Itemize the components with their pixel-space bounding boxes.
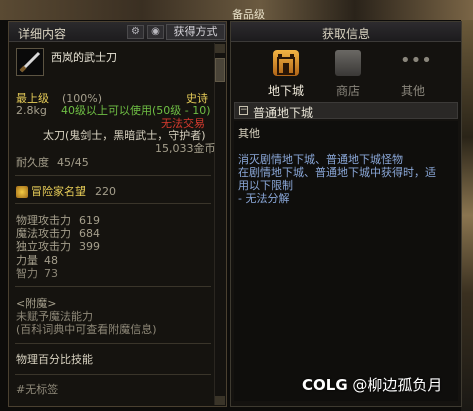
scroll-down-button[interactable] xyxy=(215,396,225,405)
reputation-icon xyxy=(16,186,28,198)
enchant-hint: (百科词典中可查看附魔信息) xyxy=(16,323,157,336)
watermark-text: @柳边孤负月 xyxy=(352,376,443,394)
stat-label: 智力 xyxy=(16,267,38,280)
watermark: COLG @柳边孤负月 xyxy=(302,374,442,395)
item-price: 15,033金币 xyxy=(155,142,216,155)
stat-label: 物理攻击力 xyxy=(16,214,71,227)
section-title: 普通地下城 xyxy=(253,106,314,120)
stat-label: 独立攻击力 xyxy=(16,240,71,253)
item-detail-header: 详细内容 ⚙ ◉ 获得方式 xyxy=(9,22,226,42)
durability-value: 45/45 xyxy=(57,156,89,169)
item-type: 太刀(鬼剑士，黑暗武士，守护者) xyxy=(43,129,206,142)
obtain-info-panel: 获取信息 地下城 商店 ••• 其他 − 普通地下城 其他 消灭剧情地下城、普通… xyxy=(230,21,462,407)
dungeon-gate-icon xyxy=(273,50,299,76)
obtain-method-button[interactable]: 获得方式 xyxy=(166,24,225,40)
collapse-icon[interactable]: − xyxy=(239,106,248,115)
info-line: - 无法分解 xyxy=(238,192,290,205)
scroll-up-button[interactable] xyxy=(215,44,225,53)
stat-value: 684 xyxy=(79,227,100,240)
enchant-status: 未赋予魔法能力 xyxy=(16,310,93,323)
tab-label: 地下城 xyxy=(267,84,304,98)
view-icon[interactable]: ◉ xyxy=(147,25,164,39)
obtain-info-header: 获取信息 xyxy=(231,22,461,42)
panel-title: 获取信息 xyxy=(321,27,370,41)
stat-value: 399 xyxy=(79,240,100,253)
panel-title: 详细内容 xyxy=(18,27,67,41)
enchant-title: <附魔> xyxy=(16,297,57,310)
tab-dungeon[interactable]: 地下城 xyxy=(261,48,311,108)
stat-label: 力量 xyxy=(16,254,38,267)
info-line: 用以下限制 xyxy=(238,179,293,192)
divider xyxy=(15,374,211,375)
divider xyxy=(15,175,211,176)
sword-icon xyxy=(16,48,44,76)
obtain-info-body: 其他 消灭剧情地下城、普通地下城怪物 在剧情地下城、普通地下城中获得时，适 用以… xyxy=(234,121,458,401)
watermark-logo: COLG xyxy=(302,376,348,394)
tab-shop[interactable]: 商店 xyxy=(323,48,373,108)
level-requirement: 40级以上可以使用(50级 - 10) xyxy=(61,104,211,117)
compare-icon[interactable]: ⚙ xyxy=(127,25,144,39)
reputation-value: 220 xyxy=(95,185,116,198)
background-label: 备品级 xyxy=(232,8,265,21)
tab-label: 其他 xyxy=(400,84,425,98)
divider xyxy=(15,286,211,287)
skill-title: 物理百分比技能 xyxy=(16,353,93,366)
tab-other[interactable]: ••• 其他 xyxy=(388,48,438,108)
item-tag[interactable]: #无标签 xyxy=(16,384,58,396)
shop-chest-icon xyxy=(335,50,361,76)
divider xyxy=(15,343,211,344)
stat-label: 魔法攻击力 xyxy=(16,227,71,240)
info-line: 消灭剧情地下城、普通地下城怪物 xyxy=(238,153,403,166)
scrollbar-thumb[interactable] xyxy=(215,58,225,82)
tab-label: 商店 xyxy=(335,84,360,98)
info-line: 在剧情地下城、普通地下城中获得时，适 xyxy=(238,166,436,179)
section-header[interactable]: − 普通地下城 xyxy=(234,102,458,120)
stat-value: 73 xyxy=(44,267,58,280)
game-background-right xyxy=(461,20,473,411)
stat-value: 48 xyxy=(44,254,58,267)
reputation-label: 冒险家名望 xyxy=(31,185,86,198)
divider xyxy=(15,203,211,204)
info-line: 其他 xyxy=(238,127,260,140)
item-name: 西岚的武士刀 xyxy=(51,51,117,64)
item-weight: 2.8kg xyxy=(16,104,47,117)
durability-label: 耐久度 xyxy=(16,156,49,169)
item-detail-panel: 详细内容 ⚙ ◉ 获得方式 西岚的武士刀 最上级 (100%) 史诗 2.8kg… xyxy=(8,21,227,407)
stat-value: 619 xyxy=(79,214,100,227)
scrollbar-track[interactable] xyxy=(214,43,226,405)
more-dots-icon: ••• xyxy=(400,50,432,71)
